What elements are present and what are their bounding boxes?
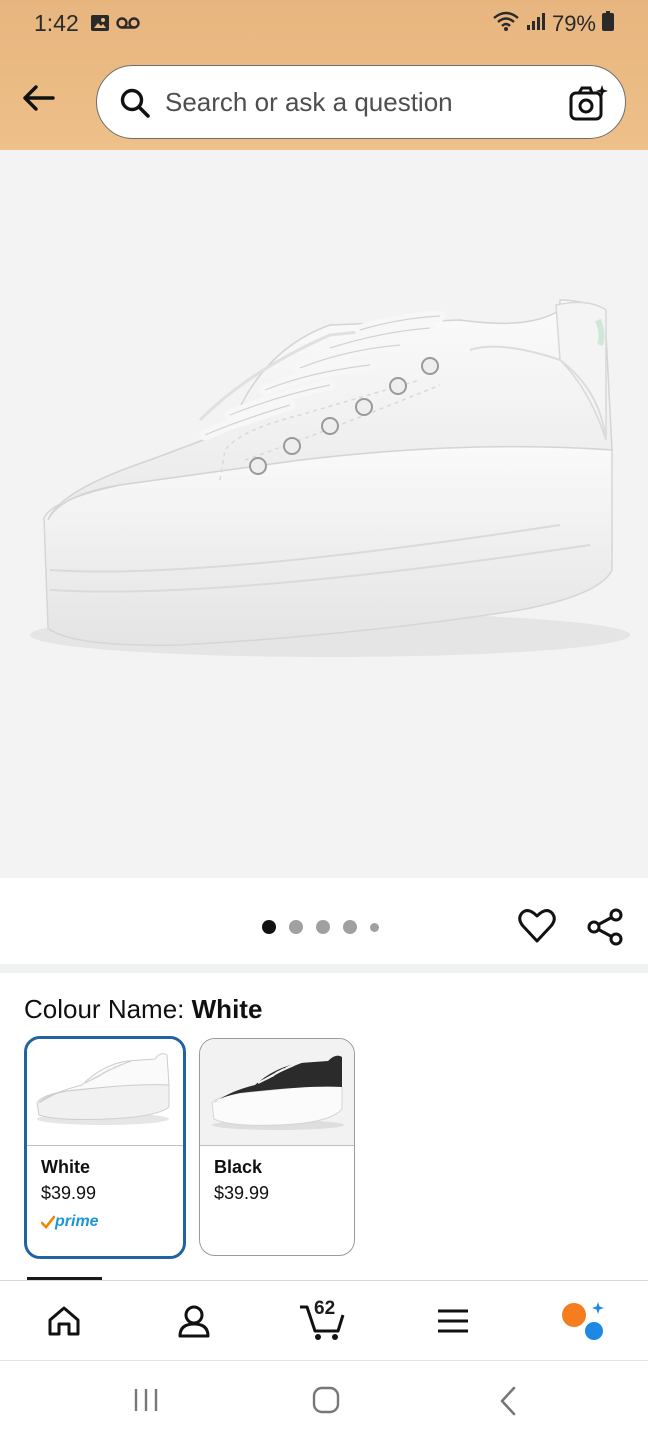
nav-account[interactable] xyxy=(170,1299,218,1343)
header: 1:42 79% xyxy=(0,0,648,150)
share-icon[interactable] xyxy=(586,908,624,951)
pager-dot[interactable] xyxy=(343,920,357,934)
selected-colour: White xyxy=(191,994,263,1024)
person-icon xyxy=(178,1305,210,1338)
voicemail-icon xyxy=(116,16,140,35)
signal-icon xyxy=(526,11,546,36)
option-price: $39.99 xyxy=(214,1183,270,1203)
system-back-icon[interactable] xyxy=(496,1385,520,1422)
colour-label-text: Colour Name: xyxy=(24,994,185,1024)
nav-home[interactable] xyxy=(40,1299,88,1343)
product-image[interactable] xyxy=(0,150,648,878)
battery-percent: 79% xyxy=(551,10,596,36)
bottom-nav xyxy=(0,1280,648,1360)
pager-dot[interactable] xyxy=(370,922,379,932)
heart-icon[interactable] xyxy=(518,908,556,949)
status-right: 79% xyxy=(492,10,614,37)
rufus-assistant-icon xyxy=(562,1302,604,1340)
colour-name-label: Colour Name: White xyxy=(24,994,262,1025)
black-shoe-thumbnail xyxy=(200,1039,354,1145)
pager-dot[interactable] xyxy=(289,920,303,934)
colour-option-white[interactable]: White $39.99 prime xyxy=(24,1036,186,1259)
pager-dot[interactable] xyxy=(262,920,276,934)
option-price: $39.99 xyxy=(41,1183,97,1203)
white-sneaker-image xyxy=(30,299,630,657)
thumbnail-divider xyxy=(200,1145,354,1146)
cart-count-badge: 62 xyxy=(314,1298,336,1319)
search-bar[interactable] xyxy=(96,65,626,139)
image-notification-icon xyxy=(90,14,110,37)
product-page: 1:42 79% Search or ask a question Colour… xyxy=(0,0,648,1440)
hamburger-menu-icon xyxy=(438,1309,468,1333)
gallery-controls xyxy=(0,878,648,966)
option-name: Black xyxy=(214,1157,263,1177)
nav-rufus[interactable] xyxy=(558,1299,606,1343)
nav-menu[interactable] xyxy=(429,1299,477,1343)
status-time: 1:42 xyxy=(34,10,79,36)
arrow-left-icon xyxy=(23,85,55,111)
image-pager[interactable] xyxy=(262,920,379,934)
camera-search-icon[interactable] xyxy=(569,84,609,127)
prime-badge: prime xyxy=(41,1213,99,1231)
system-nav-bar xyxy=(0,1360,648,1440)
search-icon xyxy=(119,87,151,124)
status-bar: 1:42 79% xyxy=(0,0,648,48)
colour-option-black[interactable]: Black $39.99 xyxy=(199,1038,355,1256)
pager-dot[interactable] xyxy=(316,920,330,934)
white-shoe-thumbnail xyxy=(27,1039,183,1145)
wifi-icon xyxy=(492,10,520,37)
home-icon xyxy=(48,1306,80,1336)
home-button-icon[interactable] xyxy=(311,1385,341,1420)
prime-check-icon xyxy=(41,1215,55,1229)
battery-icon xyxy=(602,11,614,36)
recent-apps-icon[interactable] xyxy=(132,1385,160,1420)
back-button[interactable] xyxy=(18,78,58,118)
option-name: White xyxy=(41,1157,90,1177)
section-divider xyxy=(0,964,648,973)
prime-text: prime xyxy=(55,1213,99,1230)
thumbnail-divider xyxy=(27,1145,183,1146)
search-input[interactable] xyxy=(165,82,545,122)
